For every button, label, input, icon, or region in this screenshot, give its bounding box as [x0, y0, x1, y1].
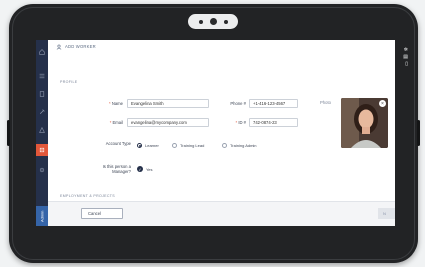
- radio-unselected: [222, 143, 227, 148]
- tablet-side-button-right: [417, 120, 420, 146]
- status-indicators: ✲ ▤ ▯: [394, 48, 408, 67]
- sidebar-nav: Admin: [36, 40, 48, 226]
- sidebar-item-tools[interactable]: [36, 106, 48, 118]
- list-icon: [39, 73, 45, 79]
- email-label: * Email: [109, 120, 123, 125]
- name-label: * Name: [109, 101, 123, 106]
- tablet-device: Admin ADD WORKER PROFILE * Name Evangeli…: [7, 4, 420, 263]
- home-icon: [39, 49, 45, 55]
- sidebar-item-workers[interactable]: [36, 144, 48, 156]
- email-field[interactable]: evangelina@mycompany.com: [127, 118, 209, 127]
- remove-photo-button[interactable]: ×: [379, 100, 386, 107]
- add-worker-panel: ADD WORKER PROFILE * Name Evangelina Smi…: [48, 40, 395, 226]
- form-footer: Cancel N: [48, 201, 395, 226]
- cancel-button[interactable]: Cancel: [81, 208, 123, 219]
- tablet-side-button-left: [7, 120, 10, 146]
- name-field[interactable]: Evangelina Smith: [127, 99, 209, 108]
- manager-toggle[interactable]: ✓ Yes: [137, 166, 153, 172]
- document-icon: [39, 91, 45, 97]
- add-user-icon: [56, 44, 62, 50]
- warning-icon: [39, 127, 45, 133]
- camera-lens: [209, 18, 217, 25]
- worker-photo[interactable]: ×: [341, 98, 388, 148]
- screen: Admin ADD WORKER PROFILE * Name Evangeli…: [36, 40, 395, 226]
- phone-label: Phone #: [230, 101, 246, 106]
- camera-bar: [188, 14, 238, 29]
- sidebar-user-tab[interactable]: Admin: [36, 206, 48, 226]
- id-field[interactable]: 742-0874-23: [249, 118, 298, 127]
- account-type-training-admin[interactable]: Training Admin: [222, 143, 257, 148]
- panel-header: ADD WORKER: [48, 40, 395, 53]
- sidebar-item-settings[interactable]: [36, 164, 48, 176]
- close-icon: ×: [381, 100, 384, 107]
- worker-icon: [39, 147, 45, 153]
- sensor-dot: [198, 19, 203, 24]
- phone-field[interactable]: +1-416-123-4567: [249, 99, 298, 108]
- manager-label: Is this person a Manager?: [102, 164, 131, 174]
- sidebar-item-home[interactable]: [36, 46, 48, 58]
- radio-selected: [137, 143, 142, 148]
- settings-icon: [39, 167, 45, 173]
- profile-section-label: PROFILE: [60, 80, 78, 84]
- photo-label: Photo: [320, 100, 331, 105]
- page-title: ADD WORKER: [65, 44, 96, 49]
- storage-status-icon: ▤: [403, 54, 408, 60]
- battery-status-icon: ▯: [405, 61, 408, 67]
- account-type-training-lead[interactable]: Training Lead: [172, 143, 204, 148]
- id-label: * ID #: [235, 120, 246, 125]
- wrench-icon: [39, 109, 45, 115]
- account-type-learner[interactable]: Learner: [137, 143, 159, 148]
- sidebar-item-documents[interactable]: [36, 88, 48, 100]
- radio-unselected: [172, 143, 177, 148]
- sensor-dot: [223, 19, 228, 24]
- sidebar-item-alerts[interactable]: [36, 124, 48, 136]
- checkmark-icon: ✓: [137, 166, 143, 172]
- sidebar-item-list[interactable]: [36, 70, 48, 82]
- settings-status-icon: ✲: [403, 47, 408, 53]
- next-button[interactable]: N: [378, 208, 395, 219]
- employment-section-label: EMPLOYMENT & PROJECTS: [60, 194, 115, 198]
- account-type-label: Account Type: [105, 141, 131, 146]
